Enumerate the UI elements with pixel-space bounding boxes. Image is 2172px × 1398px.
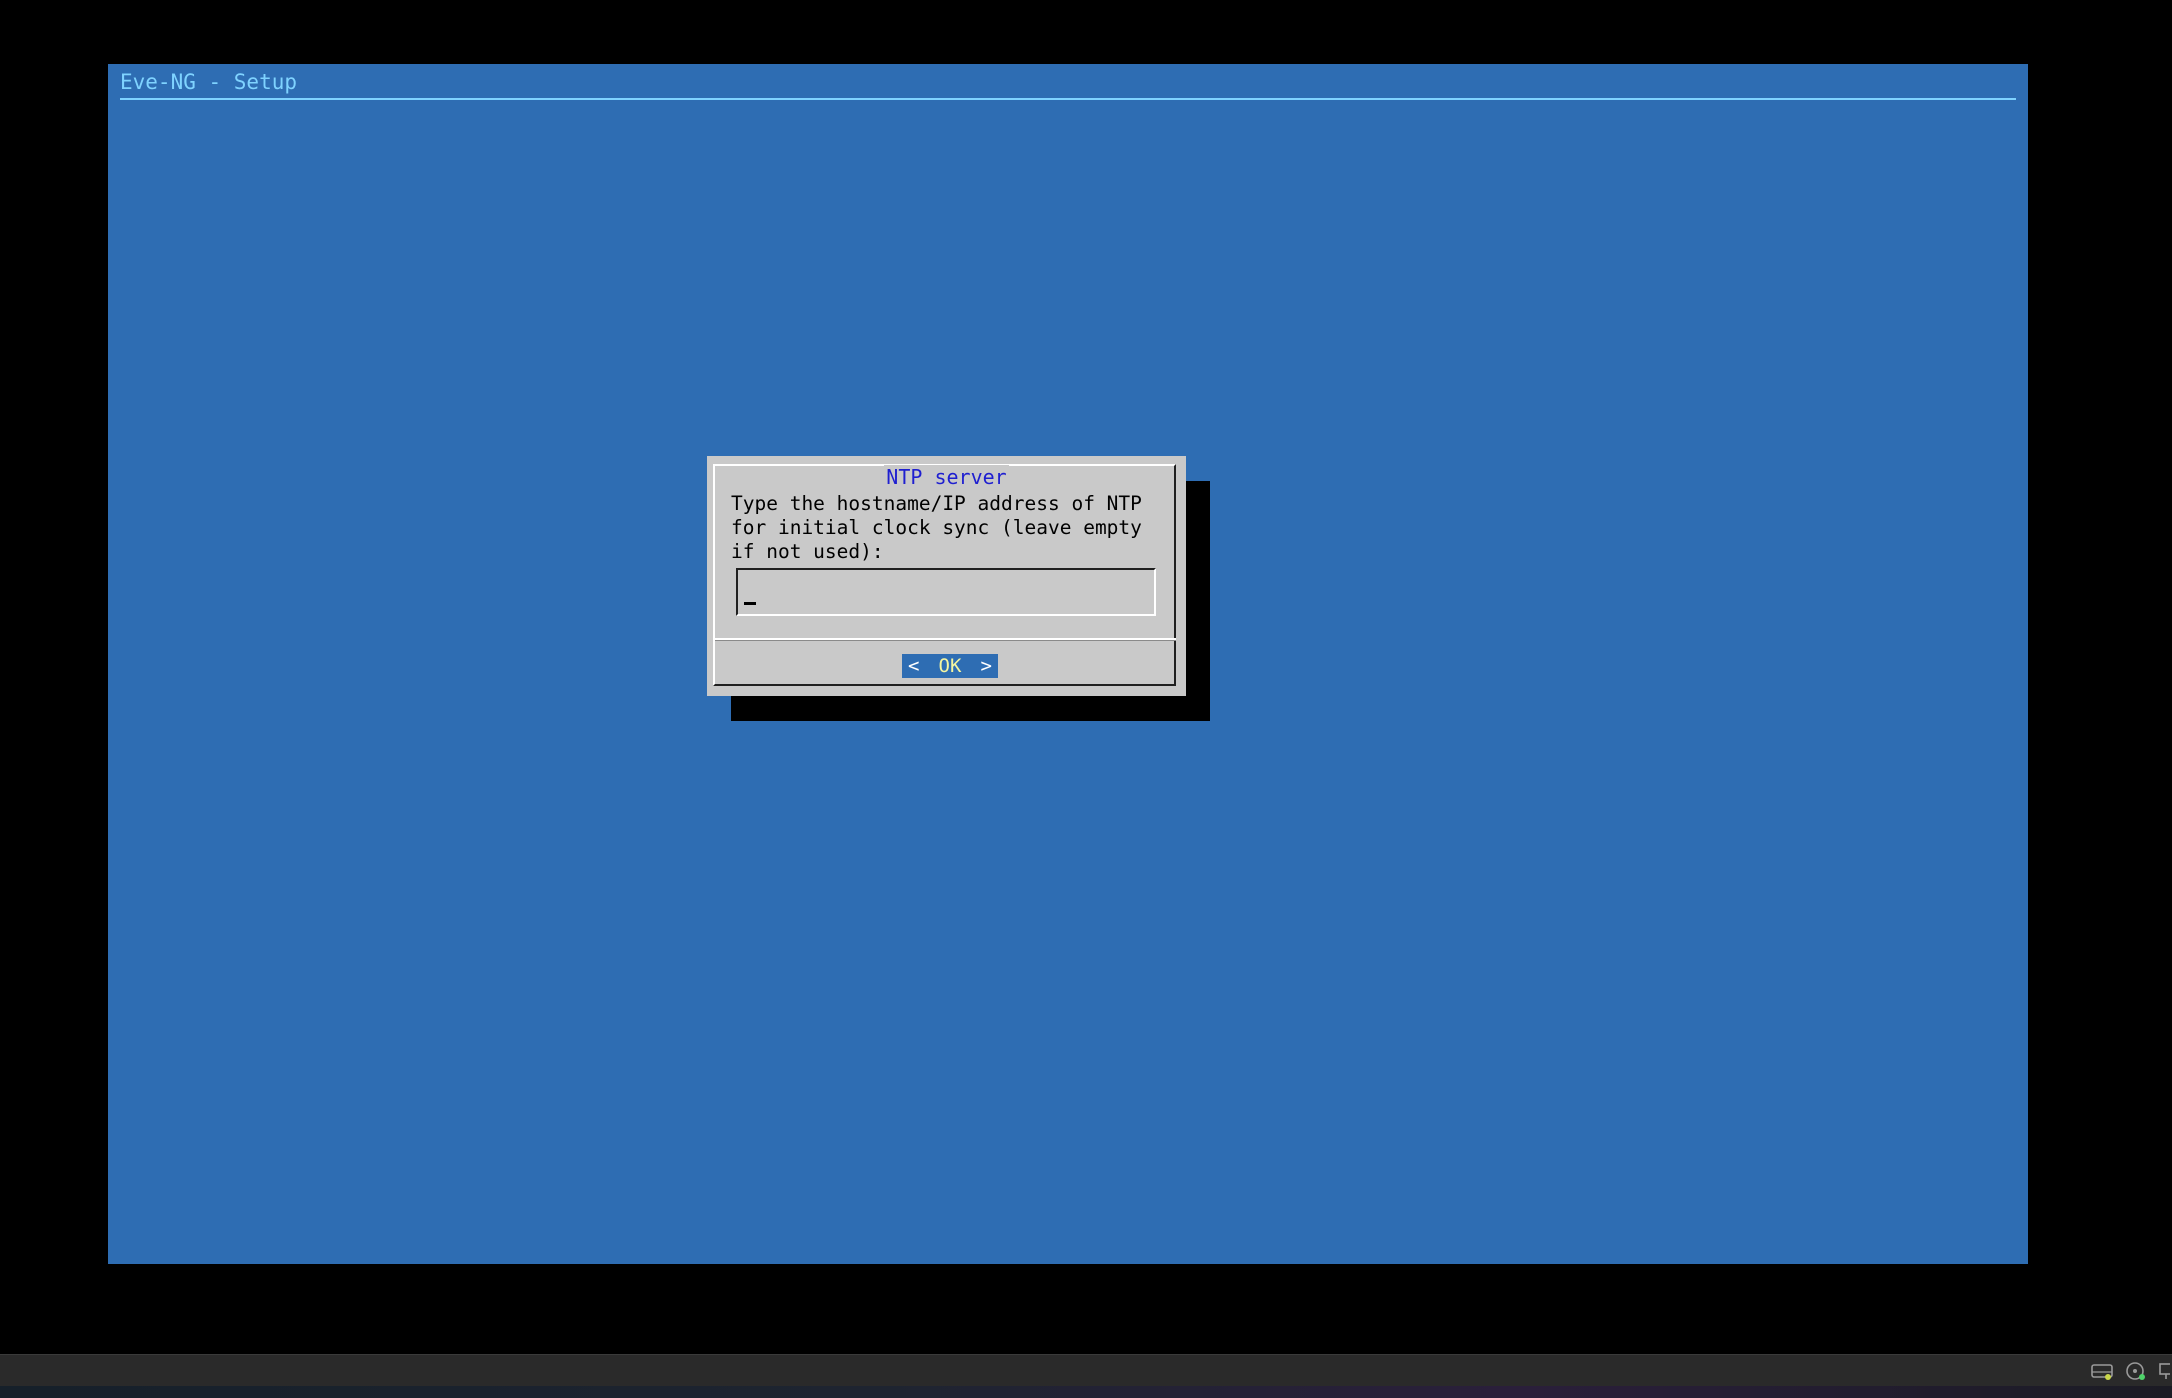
ntp-server-dialog: NTP server Type the hostname/IP address … <box>707 456 1186 696</box>
ok-button-label: OK <box>938 655 962 677</box>
ntp-server-input-box[interactable] <box>736 568 1156 616</box>
text-cursor <box>744 602 756 605</box>
host-taskbar-strip <box>0 1386 2172 1398</box>
dialog-title-text: NTP server <box>884 465 1009 489</box>
backtitle-divider <box>120 98 2016 100</box>
host-status-bar <box>0 1354 2172 1387</box>
backtitle: Eve-NG - Setup <box>120 70 298 94</box>
dialog-frame: NTP server Type the hostname/IP address … <box>713 464 1176 686</box>
vm-window: Eve-NG - Setup NTP server Type the hostn… <box>0 0 2172 1398</box>
dialog-prompt: Type the hostname/IP address of NTP for … <box>731 492 1142 563</box>
ok-left-arrow: < <box>908 655 920 677</box>
button-separator <box>715 638 1176 641</box>
ntp-server-input[interactable] <box>742 578 1146 606</box>
hard-disk-icon[interactable] <box>2090 1360 2114 1382</box>
ok-button[interactable]: < OK > <box>902 654 998 678</box>
network-icon[interactable] <box>2158 1360 2172 1382</box>
ok-right-arrow: > <box>980 655 992 677</box>
optical-drive-icon[interactable] <box>2124 1360 2148 1382</box>
host-status-icons <box>2090 1358 2172 1384</box>
dialog-title: NTP server <box>715 465 1178 489</box>
